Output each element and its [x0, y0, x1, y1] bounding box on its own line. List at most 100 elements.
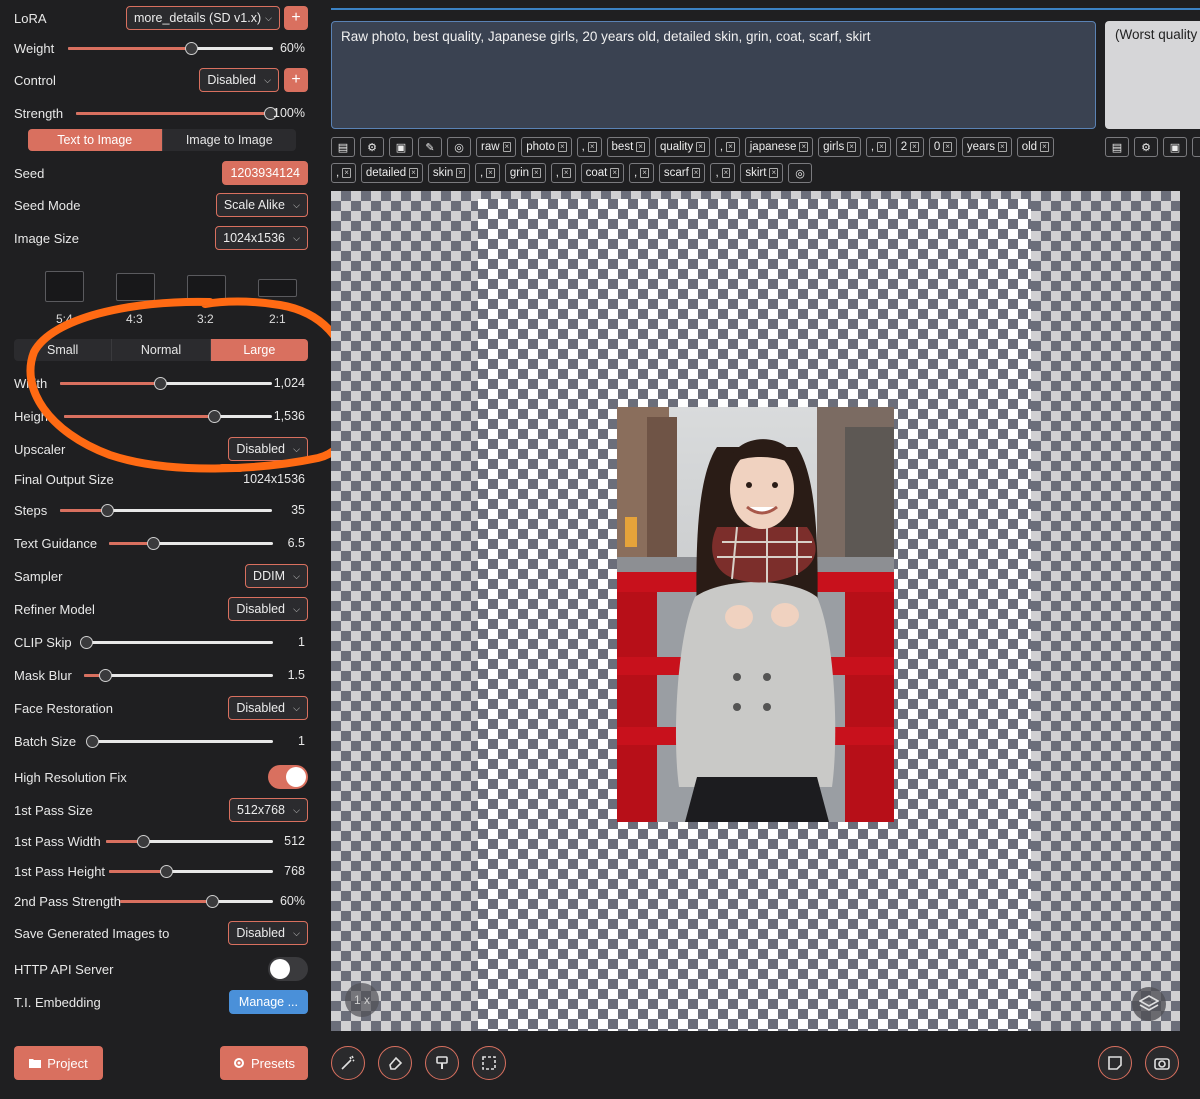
prompt-token[interactable]: skirt ×: [740, 163, 784, 183]
strength-slider[interactable]: [76, 107, 277, 120]
tab-text-to-image[interactable]: Text to Image: [28, 129, 163, 151]
token-edit-icon[interactable]: ×: [409, 168, 418, 178]
prompt-token[interactable]: scarf ×: [658, 163, 706, 183]
slider-thumb[interactable]: [185, 42, 198, 55]
prompt-token[interactable]: , ×: [331, 163, 356, 183]
slider-thumb[interactable]: [205, 895, 219, 908]
seed-input[interactable]: 1203934124: [222, 161, 308, 185]
prompt-token[interactable]: , ×: [576, 137, 602, 157]
token-edit-icon[interactable]: ×: [502, 142, 512, 152]
token-edit-icon[interactable]: ×: [640, 168, 649, 178]
tab-normal[interactable]: Normal: [112, 339, 211, 361]
token-edit-icon[interactable]: ×: [486, 168, 495, 178]
token-edit-icon[interactable]: ×: [799, 142, 809, 152]
batch-size-slider[interactable]: [86, 735, 273, 748]
zoom-indicator[interactable]: 1 x: [345, 983, 379, 1017]
prompt-token[interactable]: 2 ×: [895, 137, 924, 157]
prompt-token[interactable]: , ×: [714, 137, 740, 157]
token-edit-icon[interactable]: ×: [696, 142, 705, 152]
prompt-token[interactable]: , ×: [550, 163, 576, 183]
layers-button[interactable]: [1132, 987, 1166, 1021]
prompt-token[interactable]: years ×: [961, 137, 1012, 157]
prompt-token[interactable]: , ×: [474, 163, 500, 183]
lora-model-select[interactable]: more_details (SD v1.x) ⌵: [126, 6, 280, 30]
token-edit-icon[interactable]: ×: [610, 168, 619, 178]
prompt-textarea[interactable]: Raw photo, best quality, Japanese girls,…: [331, 21, 1096, 129]
attach-icon[interactable]: ✎: [1192, 137, 1200, 157]
clip-skip-slider[interactable]: [80, 636, 273, 649]
eraser-button[interactable]: [378, 1046, 412, 1080]
token-edit-icon[interactable]: ×: [456, 168, 465, 178]
slider-thumb[interactable]: [160, 865, 174, 878]
target-icon[interactable]: ◎: [788, 163, 813, 183]
camera-button[interactable]: [1145, 1046, 1179, 1080]
first-pass-size-select[interactable]: 512x768 ⌵: [229, 798, 308, 822]
token-edit-icon[interactable]: ×: [910, 142, 919, 152]
token-edit-icon[interactable]: ×: [877, 142, 886, 152]
token-edit-icon[interactable]: ×: [721, 168, 731, 178]
prompt-token[interactable]: best ×: [606, 137, 650, 157]
face-restoration-select[interactable]: Disabled ⌵: [228, 696, 308, 720]
project-button[interactable]: Project: [14, 1046, 103, 1080]
ratio-4-3-button[interactable]: [116, 273, 155, 301]
image-prompt-icon[interactable]: ▣: [1163, 137, 1187, 157]
token-edit-icon[interactable]: ×: [769, 168, 779, 178]
first-pass-height-slider[interactable]: [109, 865, 273, 878]
image-prompt-icon[interactable]: ▣: [389, 137, 413, 157]
selection-button[interactable]: [472, 1046, 506, 1080]
prompt-token[interactable]: detailed ×: [360, 163, 423, 183]
prompt-token[interactable]: girls ×: [818, 137, 861, 157]
text-guidance-slider[interactable]: [109, 537, 273, 550]
prompt-token[interactable]: , ×: [865, 137, 891, 157]
image-canvas[interactable]: 1 x: [331, 191, 1180, 1031]
slider-thumb[interactable]: [147, 537, 161, 550]
slider-thumb[interactable]: [136, 835, 150, 848]
ratio-5-4-button[interactable]: [45, 271, 84, 302]
slider-thumb[interactable]: [98, 669, 112, 682]
prompt-token[interactable]: skin ×: [427, 163, 470, 183]
save-images-select[interactable]: Disabled ⌵: [228, 921, 308, 945]
copy-prompt-icon[interactable]: ▤: [1105, 137, 1129, 157]
seed-mode-select[interactable]: Scale Alike ⌵: [215, 193, 308, 217]
magic-prompt-icon[interactable]: ⚙: [360, 137, 384, 157]
prompt-token[interactable]: , ×: [710, 163, 736, 183]
target-icon[interactable]: ◎: [447, 137, 471, 157]
prompt-token[interactable]: photo ×: [521, 137, 572, 157]
second-pass-strength-slider[interactable]: [120, 895, 273, 908]
prompt-token[interactable]: quality ×: [654, 137, 710, 157]
token-edit-icon[interactable]: ×: [726, 142, 735, 152]
slider-thumb[interactable]: [153, 377, 167, 390]
token-edit-icon[interactable]: ×: [561, 168, 571, 178]
token-edit-icon[interactable]: ×: [847, 142, 856, 152]
slider-thumb[interactable]: [100, 504, 114, 517]
weight-slider[interactable]: [68, 42, 273, 55]
tab-large[interactable]: Large: [210, 339, 308, 361]
steps-slider[interactable]: [60, 504, 272, 517]
token-edit-icon[interactable]: ×: [998, 142, 1007, 152]
prompt-token[interactable]: 0 ×: [928, 137, 957, 157]
prompt-token[interactable]: grin ×: [504, 163, 546, 183]
tab-image-to-image[interactable]: Image to Image: [163, 129, 297, 151]
add-control-button[interactable]: +: [284, 68, 308, 92]
token-edit-icon[interactable]: ×: [532, 168, 541, 178]
mask-blur-slider[interactable]: [84, 669, 273, 682]
prompt-token[interactable]: coat ×: [580, 163, 624, 183]
presets-button[interactable]: Presets: [220, 1046, 308, 1080]
refiner-select[interactable]: Disabled ⌵: [228, 597, 308, 621]
prompt-token[interactable]: japanese ×: [744, 137, 814, 157]
sampler-select[interactable]: DDIM ⌵: [245, 564, 308, 588]
width-slider[interactable]: [60, 377, 272, 390]
slider-thumb[interactable]: [86, 735, 99, 748]
prompt-token[interactable]: old ×: [1016, 137, 1054, 157]
token-edit-icon[interactable]: ×: [691, 168, 701, 178]
http-api-toggle[interactable]: [268, 957, 308, 981]
hires-fix-toggle[interactable]: [268, 765, 308, 789]
height-slider[interactable]: [64, 410, 272, 423]
ratio-3-2-button[interactable]: [187, 275, 226, 300]
negative-prompt-textarea[interactable]: (Worst quality: [1105, 21, 1200, 129]
prompt-token[interactable]: raw ×: [476, 137, 517, 157]
prompt-token[interactable]: , ×: [629, 163, 654, 183]
token-edit-icon[interactable]: ×: [557, 142, 567, 152]
slider-thumb[interactable]: [80, 636, 93, 649]
first-pass-width-slider[interactable]: [106, 835, 273, 848]
